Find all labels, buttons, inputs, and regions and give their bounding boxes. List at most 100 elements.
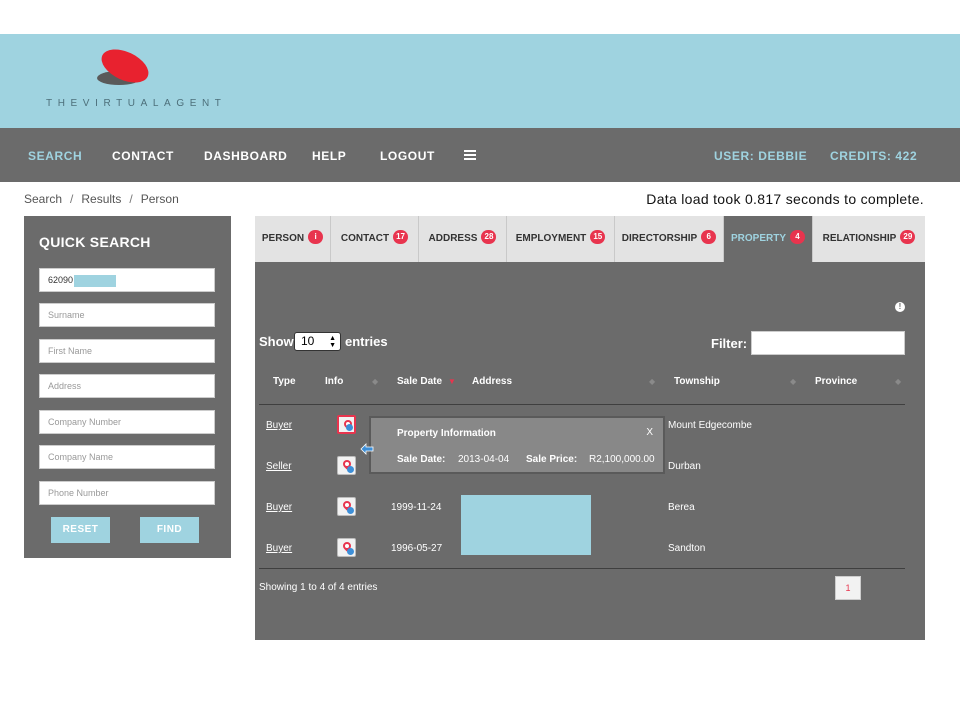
table-info: Showing 1 to 4 of 4 entries: [259, 582, 378, 593]
sale-price-label: Sale Price:: [526, 454, 578, 465]
header-banner: THEVIRTUALAGENT: [0, 34, 960, 128]
logo-text: THEVIRTUALAGENT: [46, 98, 227, 109]
tab-label: CONTACT: [340, 233, 390, 244]
tab-employment[interactable]: EMPLOYMENT 15: [507, 216, 615, 262]
sale-price-value: R2,100,000.00: [589, 454, 655, 465]
nav-item-contact[interactable]: CONTACT: [112, 149, 174, 163]
column-header-address[interactable]: Address: [472, 376, 512, 387]
row-type-link[interactable]: Seller: [266, 461, 292, 472]
row-sale-date: 1996-05-27: [391, 543, 443, 554]
sort-icon[interactable]: ◆: [372, 377, 378, 386]
surname-input[interactable]: Surname: [39, 303, 215, 327]
entries-label: entries: [345, 334, 388, 349]
tab-badge: 15: [590, 230, 606, 245]
tab-label: RELATIONSHIP: [822, 233, 897, 244]
sale-date-label: Sale Date:: [397, 454, 446, 465]
sort-icon[interactable]: ◆: [895, 377, 901, 386]
nav-item-logout[interactable]: LOGOUT: [380, 149, 435, 163]
tab-contact[interactable]: CONTACT 17: [331, 216, 419, 262]
tab-label: PROPERTY: [730, 233, 786, 244]
tab-badge: i: [308, 230, 324, 245]
back-arrow-icon[interactable]: [360, 443, 374, 455]
property-info-icon[interactable]: [337, 415, 356, 434]
filter-label: Filter:: [711, 336, 748, 351]
redaction: [74, 274, 117, 287]
property-info-popup: Property Information X Sale Date: 2013-0…: [360, 416, 665, 474]
load-time-message: Data load took 0.817 seconds to complete…: [646, 191, 924, 207]
breadcrumb-search[interactable]: Search: [24, 192, 62, 206]
property-info-icon[interactable]: [337, 538, 356, 557]
tab-label: PERSON: [261, 233, 305, 244]
page-size-value: 10: [301, 334, 315, 348]
popup-title: Property Information: [397, 428, 496, 439]
column-header-info[interactable]: Info: [325, 376, 343, 387]
company-name-input[interactable]: Company Name: [39, 445, 215, 469]
tab-badge: 4: [790, 230, 805, 245]
sort-icon[interactable]: ◆: [790, 377, 796, 386]
nav-item-search[interactable]: SEARCH: [28, 149, 82, 163]
id-number-value: 62090: [48, 275, 74, 285]
breadcrumb: Search / Results / Person: [24, 192, 179, 206]
page-size-select[interactable]: 10 ▲ ▼: [294, 332, 341, 351]
column-header-province[interactable]: Province: [815, 376, 857, 387]
breadcrumb-person[interactable]: Person: [141, 192, 179, 206]
row-type-link[interactable]: Buyer: [266, 543, 292, 554]
sort-icon[interactable]: ◆: [649, 377, 655, 386]
table-bottom-divider: [259, 568, 905, 569]
column-header-township[interactable]: Township: [674, 376, 720, 387]
address-input[interactable]: Address: [39, 374, 215, 398]
row-township: Durban: [668, 461, 701, 472]
nav-item-help[interactable]: HELP: [312, 149, 346, 163]
tab-bar: PERSON i CONTACT 17 ADDRESS 28 EMPLOYMENT 15…: [255, 216, 925, 262]
row-sale-date: 1999-11-24: [391, 502, 442, 513]
company-number-input[interactable]: Company Number: [39, 410, 215, 434]
find-button[interactable]: FIND: [140, 517, 199, 543]
row-township: Berea: [668, 502, 695, 513]
filter-input[interactable]: [751, 331, 905, 355]
header-divider: [259, 404, 905, 405]
tab-person[interactable]: PERSON i: [255, 216, 331, 262]
tab-badge: 29: [900, 230, 916, 245]
tab-property[interactable]: PROPERTY 4: [724, 216, 813, 262]
tab-badge: 28: [481, 230, 497, 245]
quick-search-panel: QUICK SEARCH 62090 Surname First Name Ad…: [24, 216, 231, 558]
first-name-input[interactable]: First Name: [39, 339, 215, 363]
results-panel: PERSON i CONTACT 17 ADDRESS 28 EMPLOYMENT 15…: [255, 216, 925, 640]
quick-search-title: QUICK SEARCH: [39, 234, 151, 250]
page: THEVIRTUALAGENT SEARCH CONTACT DASHBOARD…: [0, 0, 960, 720]
logo-icon: [97, 49, 149, 85]
sort-desc-icon[interactable]: ▼: [448, 377, 456, 386]
tab-badge: 6: [701, 230, 717, 245]
property-info-icon[interactable]: [337, 497, 356, 516]
stepper-arrows-icon: ▲ ▼: [329, 335, 336, 349]
address-redaction: [461, 495, 591, 555]
phone-number-input[interactable]: Phone Number: [39, 481, 215, 505]
main-nav: SEARCH CONTACT DASHBOARD HELP LOGOUT USE…: [0, 128, 960, 182]
reset-button[interactable]: RESET: [51, 517, 110, 543]
help-icon[interactable]: !: [895, 302, 905, 312]
close-icon[interactable]: X: [646, 427, 653, 438]
column-header-sale-date[interactable]: Sale Date: [397, 376, 442, 387]
show-label: Show: [259, 334, 294, 349]
pagination-page-1[interactable]: 1: [835, 576, 861, 600]
menu-icon[interactable]: [464, 150, 476, 160]
breadcrumb-results[interactable]: Results: [81, 192, 121, 206]
tab-label: DIRECTORSHIP: [621, 233, 698, 244]
column-header-type[interactable]: Type: [273, 376, 296, 387]
tab-label: ADDRESS: [428, 233, 478, 244]
credits-label: CREDITS: 422: [830, 149, 918, 163]
id-number-input[interactable]: 62090: [39, 268, 215, 292]
user-label: USER: DEBBIE: [714, 149, 808, 163]
row-township: Sandton: [668, 543, 706, 554]
tab-badge: 17: [393, 230, 409, 245]
property-info-icon[interactable]: [337, 456, 356, 475]
tab-address[interactable]: ADDRESS 28: [419, 216, 507, 262]
row-township: Mount Edgecombe: [668, 420, 752, 431]
row-type-link[interactable]: Buyer: [266, 502, 292, 513]
breadcrumb-separator: /: [129, 192, 133, 206]
tab-directorship[interactable]: DIRECTORSHIP 6: [615, 216, 724, 262]
breadcrumb-separator: /: [70, 192, 74, 206]
row-type-link[interactable]: Buyer: [266, 420, 292, 431]
nav-item-dashboard[interactable]: DASHBOARD: [204, 149, 287, 163]
tab-relationship[interactable]: RELATIONSHIP 29: [813, 216, 925, 262]
